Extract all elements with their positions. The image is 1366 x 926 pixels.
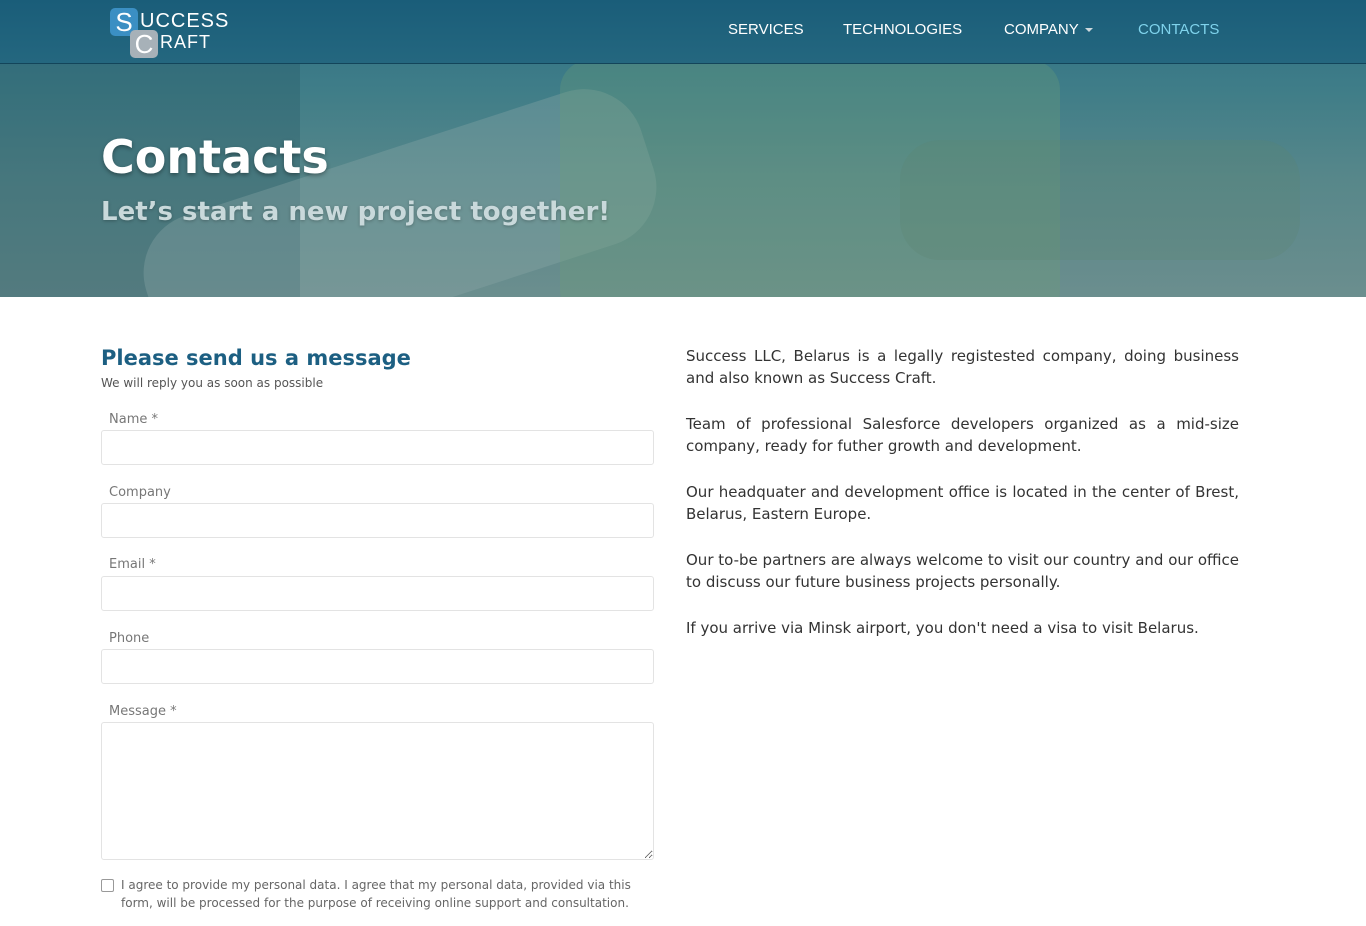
hero-background-shape	[900, 140, 1300, 260]
info-paragraph: Our headquater and development office is…	[686, 483, 1239, 523]
name-label: Name *	[109, 412, 158, 427]
info-paragraph: Success LLC, Belarus is a legally regist…	[686, 347, 1239, 387]
nav-contacts[interactable]: CONTACTS	[1138, 21, 1219, 38]
form-title: Please send us a message	[101, 346, 411, 370]
email-label: Email *	[109, 557, 156, 572]
nav-services[interactable]: SERVICES	[728, 21, 804, 38]
logo-letter-c: C	[130, 30, 158, 58]
info-paragraph: If you arrive via Minsk airport, you don…	[686, 619, 1199, 637]
phone-input[interactable]	[101, 649, 654, 684]
hero-banner: S UCCESS C RAFT SERVICES TECHNOLOGIES CO…	[0, 0, 1366, 297]
message-textarea[interactable]	[101, 722, 654, 860]
success-craft-logo[interactable]: S UCCESS C RAFT	[110, 6, 240, 58]
company-info: Success LLC, Belarus is a legally regist…	[686, 345, 1239, 663]
logo-word-craft: RAFT	[160, 32, 211, 52]
top-navbar: S UCCESS C RAFT SERVICES TECHNOLOGIES CO…	[0, 0, 1366, 64]
nav-company-label: COMPANY	[1004, 21, 1079, 38]
nav-technologies[interactable]: TECHNOLOGIES	[843, 21, 962, 38]
caret-down-icon	[1084, 28, 1093, 33]
nav-company[interactable]: COMPANY	[1004, 21, 1093, 38]
company-label: Company	[109, 485, 171, 500]
form-subtitle: We will reply you as soon as possible	[101, 376, 324, 390]
name-input[interactable]	[101, 430, 654, 465]
message-label: Message *	[109, 704, 177, 719]
page-title: Contacts	[101, 130, 329, 184]
email-input[interactable]	[101, 576, 654, 611]
info-paragraph: Our to-be partners are always welcome to…	[686, 551, 1239, 591]
company-input[interactable]	[101, 503, 654, 538]
info-paragraph: Team of professional Salesforce develope…	[686, 415, 1239, 455]
consent-text: I agree to provide my personal data. I a…	[121, 878, 631, 910]
consent-checkbox[interactable]	[101, 879, 114, 892]
contact-form: Please send us a message We will reply y…	[77, 332, 667, 916]
phone-label: Phone	[109, 631, 150, 646]
page-subtitle: Let’s start a new project together!	[101, 197, 611, 227]
